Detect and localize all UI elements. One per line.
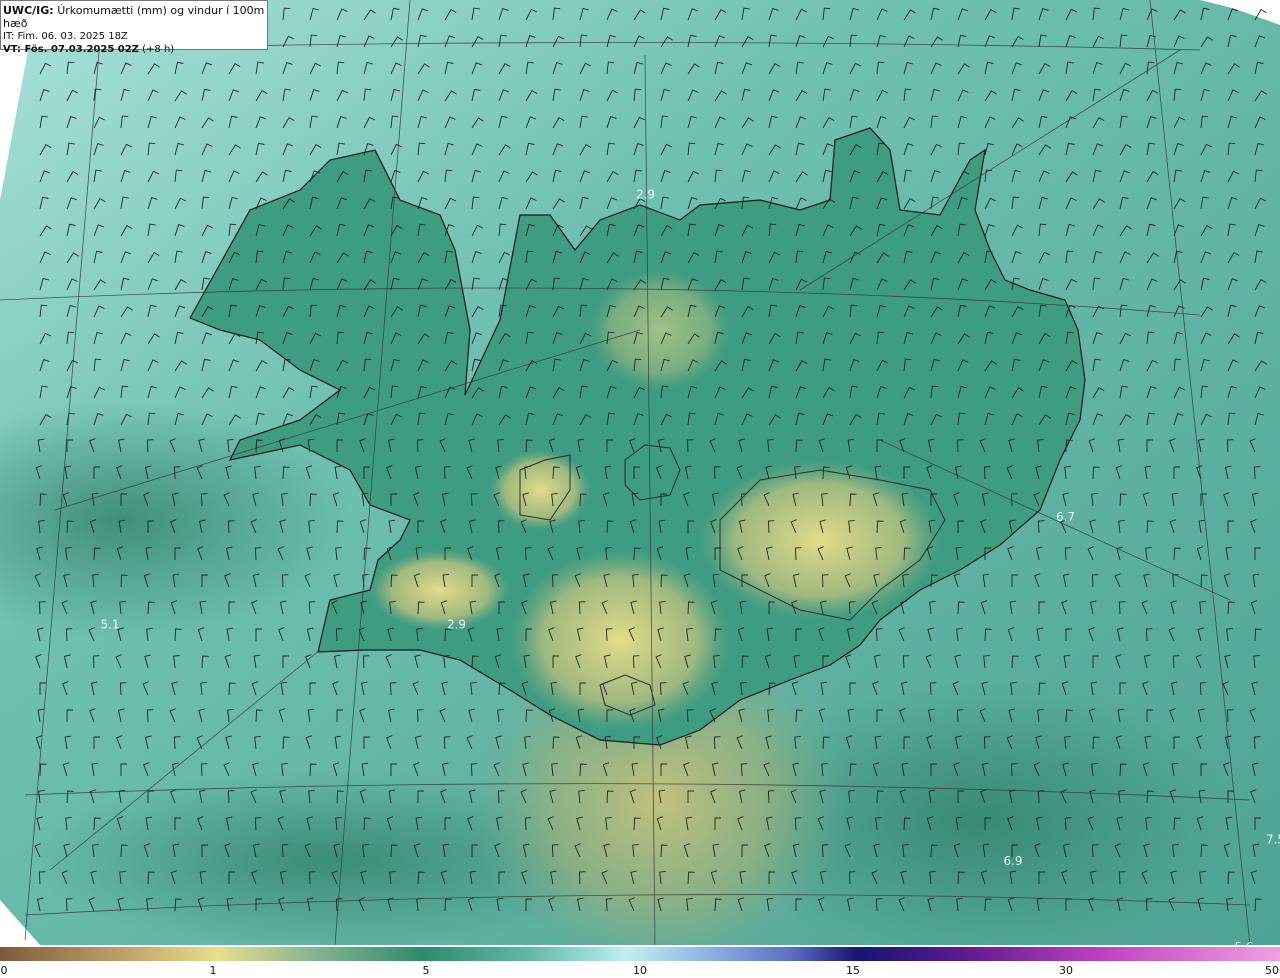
colorbar-tick-label: 1	[209, 964, 217, 977]
model-name: UWC/IG:	[3, 4, 54, 17]
header-title-line: UWC/IG: Úrkomumætti (mm) og vindur í 100…	[3, 4, 265, 30]
valid-time-line: VT: Fös. 07.03.2025 02Z (+8 h)	[3, 43, 265, 56]
colorbar-tick-label: 0	[0, 964, 8, 977]
colorbar: 0 1 5 10 15 30 50	[0, 945, 1280, 978]
forecast-offset: (+8 h)	[142, 44, 175, 55]
colorbar-tick-label: 15	[846, 964, 860, 977]
valid-time: VT: Fös. 07.03.2025 02Z	[3, 44, 139, 55]
init-time: IT: Fim. 06. 03. 2025 18Z	[3, 31, 128, 42]
dry-highlands	[590, 270, 730, 390]
colorbar-strip	[0, 947, 1280, 961]
value-label: 6.9	[1003, 854, 1022, 868]
colorbar-tick-label: 5	[422, 964, 430, 977]
dry-highlands	[700, 460, 940, 620]
map-header: UWC/IG: Úrkomumætti (mm) og vindur í 100…	[0, 0, 268, 55]
value-label: 2.9	[447, 618, 466, 632]
dry-highlands	[510, 550, 730, 730]
value-label: 5.1	[100, 618, 119, 632]
colorbar-tick-label: 10	[633, 964, 647, 977]
precipitation-map: 4.94.46.22.96.76.15.12.96.97.57.65.66.6	[0, 0, 1280, 945]
value-label: 2.9	[636, 188, 655, 202]
value-label: 7.5	[1266, 833, 1280, 847]
colorbar-tick-label: 30	[1059, 964, 1073, 977]
value-label: 6.7	[1056, 510, 1075, 524]
colorbar-gradient	[0, 947, 1280, 961]
dry-highlands	[370, 550, 510, 630]
colorbar-tick-label: 50	[1265, 964, 1279, 977]
